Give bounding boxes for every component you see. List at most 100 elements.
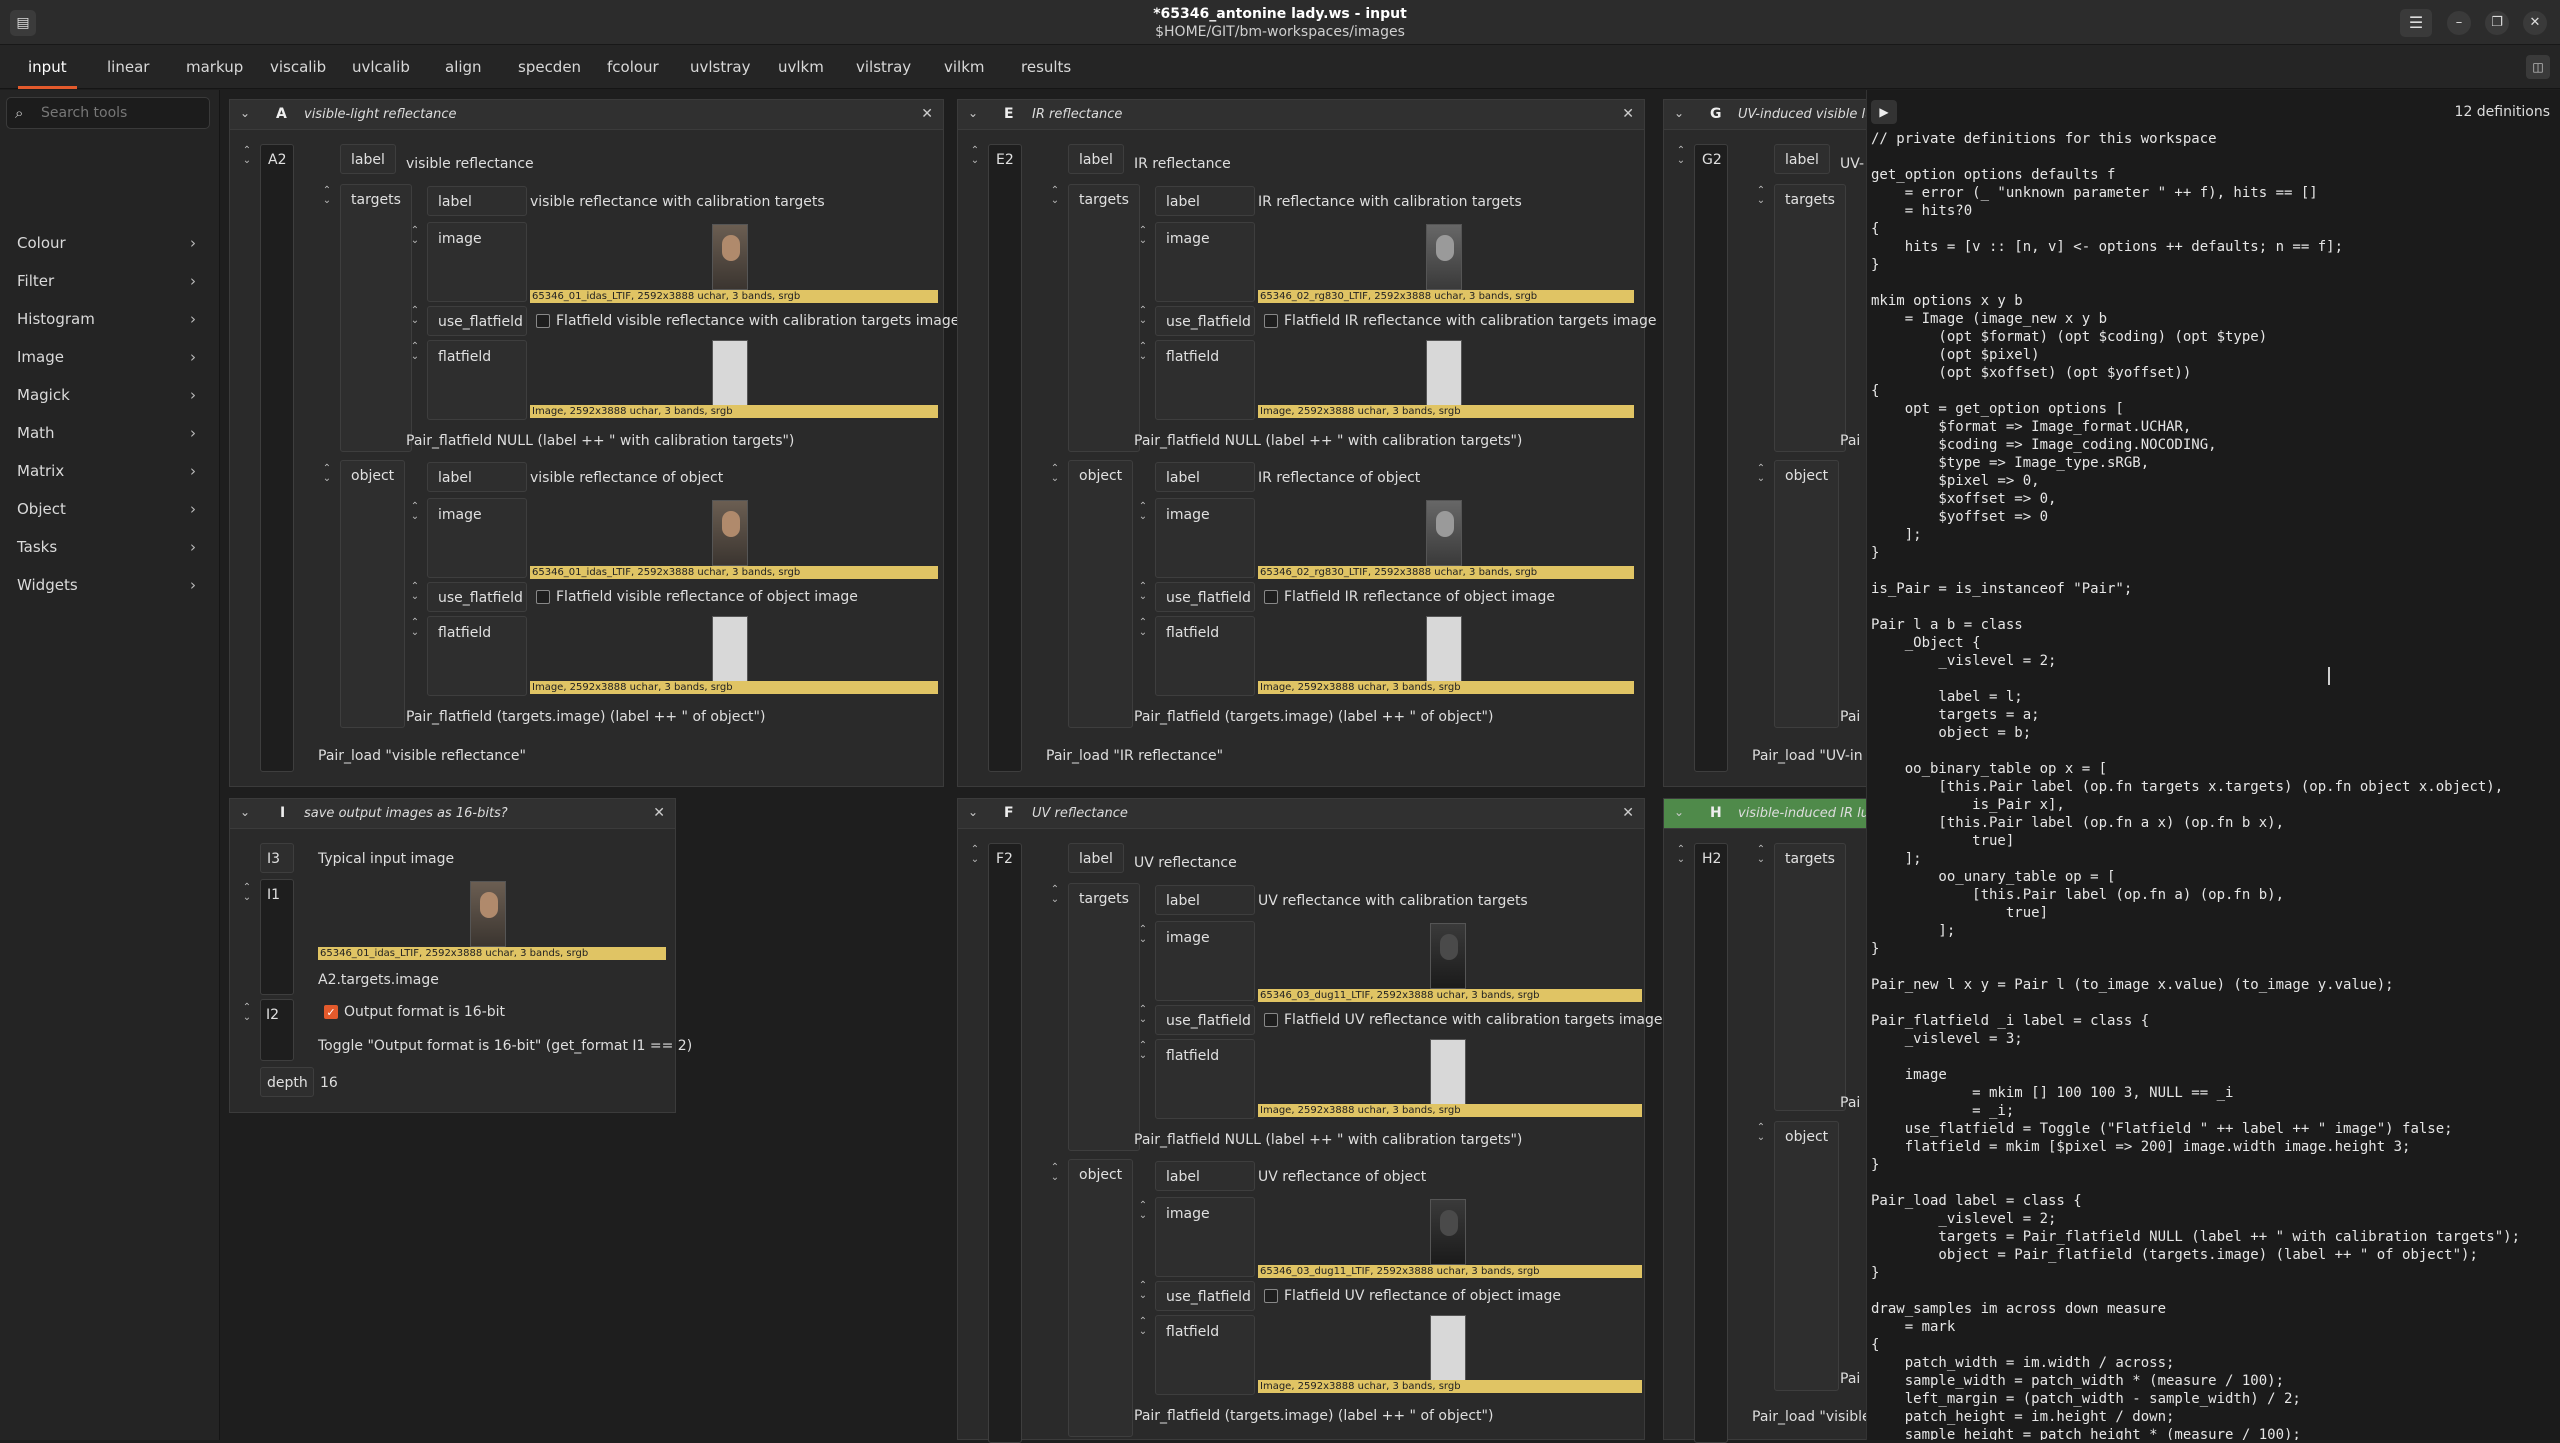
row-arrows-icon[interactable]: ⌃ ⌄: [1136, 1201, 1150, 1221]
object-image-thumbnail[interactable]: [1426, 500, 1462, 566]
use-flatfield-text[interactable]: Flatfield visible reflectance with calib…: [556, 313, 959, 329]
row-arrows-icon[interactable]: ⌃ ⌄: [968, 845, 982, 865]
object-key[interactable]: object: [340, 460, 406, 728]
minimize-icon[interactable]: –: [2447, 11, 2471, 35]
row-arrows-icon[interactable]: ⌃ ⌄: [968, 146, 982, 166]
row-name[interactable]: I1: [267, 887, 280, 903]
field-image-key[interactable]: image: [1155, 1197, 1255, 1277]
field-flatfield-key[interactable]: flatfield: [1155, 1039, 1255, 1119]
use-flatfield-checkbox[interactable]: [1264, 314, 1278, 328]
row-name[interactable]: E2: [996, 152, 1014, 168]
column-header[interactable]: ⌄ H visible-induced IR lum: [1664, 799, 1882, 829]
field-label-key[interactable]: label: [1155, 186, 1255, 216]
row-name[interactable]: H2: [1702, 851, 1721, 867]
panel-toggle-icon[interactable]: ◫: [2526, 55, 2550, 79]
close-icon[interactable]: ✕: [653, 805, 665, 821]
label-key[interactable]: label: [1068, 843, 1124, 873]
field-use-flatfield-key[interactable]: use_flatfield: [427, 306, 527, 336]
row-arrows-icon[interactable]: ⌃ ⌄: [1136, 226, 1150, 246]
row-name[interactable]: A2: [268, 152, 286, 168]
row-arrows-icon[interactable]: ⌃ ⌄: [1136, 618, 1150, 638]
sidebar-item-filter[interactable]: Filter ›: [0, 262, 220, 300]
field-flatfield-key[interactable]: flatfield: [1155, 616, 1255, 696]
flatfield-thumbnail[interactable]: [1426, 616, 1462, 682]
tab-markup[interactable]: markup: [186, 45, 243, 89]
chevron-down-icon[interactable]: ⌄: [240, 106, 250, 120]
row-arrows-icon[interactable]: ⌃ ⌄: [240, 146, 254, 166]
chevron-down-icon[interactable]: ⌄: [1674, 805, 1684, 819]
column-title[interactable]: IR reflectance: [1032, 107, 1122, 122]
play-icon[interactable]: ▶: [1871, 100, 1897, 124]
field-use-flatfield-key[interactable]: use_flatfield: [427, 582, 527, 612]
row-arrows-icon[interactable]: ⌃ ⌄: [1136, 1281, 1150, 1301]
close-icon[interactable]: ✕: [921, 106, 933, 122]
sidebar-item-tasks[interactable]: Tasks ›: [0, 528, 220, 566]
use-flatfield-checkbox[interactable]: [536, 590, 550, 604]
row-arrows-icon[interactable]: ⌃ ⌄: [1754, 464, 1768, 484]
row-arrows-icon[interactable]: ⌃ ⌄: [240, 883, 254, 903]
column-title[interactable]: UV-induced visible lum: [1738, 107, 1886, 122]
row-name[interactable]: I3: [260, 843, 294, 873]
row-arrows-icon[interactable]: ⌃ ⌄: [408, 618, 422, 638]
column-title[interactable]: save output images as 16-bits?: [304, 806, 508, 821]
row-arrows-icon[interactable]: ⌃ ⌄: [1136, 306, 1150, 326]
field-image-key[interactable]: image: [1155, 498, 1255, 578]
row-arrows-icon[interactable]: ⌃ ⌄: [408, 226, 422, 246]
tab-fcolour[interactable]: fcolour: [607, 45, 659, 89]
flatfield-thumbnail[interactable]: [1430, 1315, 1466, 1381]
targets-key[interactable]: targets: [340, 184, 412, 452]
maximize-icon[interactable]: ❐: [2485, 11, 2509, 35]
row-name[interactable]: I2: [266, 1007, 279, 1023]
row-arrows-icon[interactable]: ⌃ ⌄: [1136, 925, 1150, 945]
tab-viscalib[interactable]: viscalib: [270, 45, 326, 89]
sidebar-item-colour[interactable]: Colour ›: [0, 224, 220, 262]
row-arrows-icon[interactable]: ⌃ ⌄: [1136, 502, 1150, 522]
tab-results[interactable]: results: [1021, 45, 1071, 89]
use-flatfield-text[interactable]: Flatfield UV reflectance of object image: [1284, 1288, 1561, 1304]
targets-key[interactable]: targets: [1774, 184, 1846, 452]
row-arrows-icon[interactable]: ⌃ ⌄: [1048, 1163, 1062, 1183]
use-flatfield-checkbox[interactable]: [536, 314, 550, 328]
chevron-down-icon[interactable]: ⌄: [968, 106, 978, 120]
search-input[interactable]: [41, 102, 201, 124]
use-flatfield-text[interactable]: Flatfield IR reflectance with calibratio…: [1284, 313, 1656, 329]
field-image-key[interactable]: image: [1155, 921, 1255, 1001]
label-key[interactable]: label: [1068, 144, 1124, 174]
field-use-flatfield-key[interactable]: use_flatfield: [1155, 582, 1255, 612]
row-arrows-icon[interactable]: ⌃ ⌄: [1136, 582, 1150, 602]
toggle-text[interactable]: Output format is 16-bit: [344, 1004, 505, 1020]
row-arrows-icon[interactable]: ⌃ ⌄: [1674, 845, 1688, 865]
tab-align[interactable]: align: [445, 45, 482, 89]
targets-key[interactable]: targets: [1068, 184, 1140, 452]
label-key[interactable]: label: [1774, 144, 1830, 174]
field-label-key[interactable]: label: [1155, 885, 1255, 915]
row-arrows-icon[interactable]: ⌃ ⌄: [1136, 1041, 1150, 1061]
sidebar-item-object[interactable]: Object ›: [0, 490, 220, 528]
close-icon[interactable]: ✕: [1622, 106, 1634, 122]
row-name[interactable]: G2: [1702, 152, 1722, 168]
field-label-key[interactable]: label: [1155, 462, 1255, 492]
column-title[interactable]: visible-induced IR lum: [1738, 806, 1882, 821]
object-image-thumbnail[interactable]: [712, 500, 748, 566]
column-header[interactable]: ⌄ G UV-induced visible lum: [1664, 100, 1886, 130]
field-flatfield-key[interactable]: flatfield: [1155, 340, 1255, 420]
tab-specden[interactable]: specden: [518, 45, 581, 89]
field-label-key[interactable]: label: [427, 462, 527, 492]
object-key[interactable]: object: [1068, 1159, 1134, 1437]
column-title[interactable]: UV reflectance: [1032, 806, 1128, 821]
sidebar-item-histogram[interactable]: Histogram ›: [0, 300, 220, 338]
tab-input[interactable]: input: [18, 45, 77, 89]
object-key[interactable]: object: [1774, 460, 1840, 728]
tab-vilstray[interactable]: vilstray: [856, 45, 911, 89]
object-image-thumbnail[interactable]: [1430, 1199, 1466, 1265]
targets-image-thumbnail[interactable]: [1430, 923, 1466, 989]
sidebar-item-magick[interactable]: Magick ›: [0, 376, 220, 414]
tab-uvlstray[interactable]: uvlstray: [690, 45, 750, 89]
row-arrows-icon[interactable]: ⌃ ⌄: [1048, 885, 1062, 905]
object-key[interactable]: object: [1774, 1121, 1840, 1391]
hamburger-menu-icon[interactable]: ☰: [2400, 9, 2432, 37]
flatfield-thumbnail[interactable]: [1430, 1039, 1466, 1105]
row-arrows-icon[interactable]: ⌃ ⌄: [1136, 1317, 1150, 1337]
column-header[interactable]: ⌄ I save output images as 16-bits? ✕: [230, 799, 675, 829]
image-thumbnail[interactable]: [470, 881, 506, 947]
